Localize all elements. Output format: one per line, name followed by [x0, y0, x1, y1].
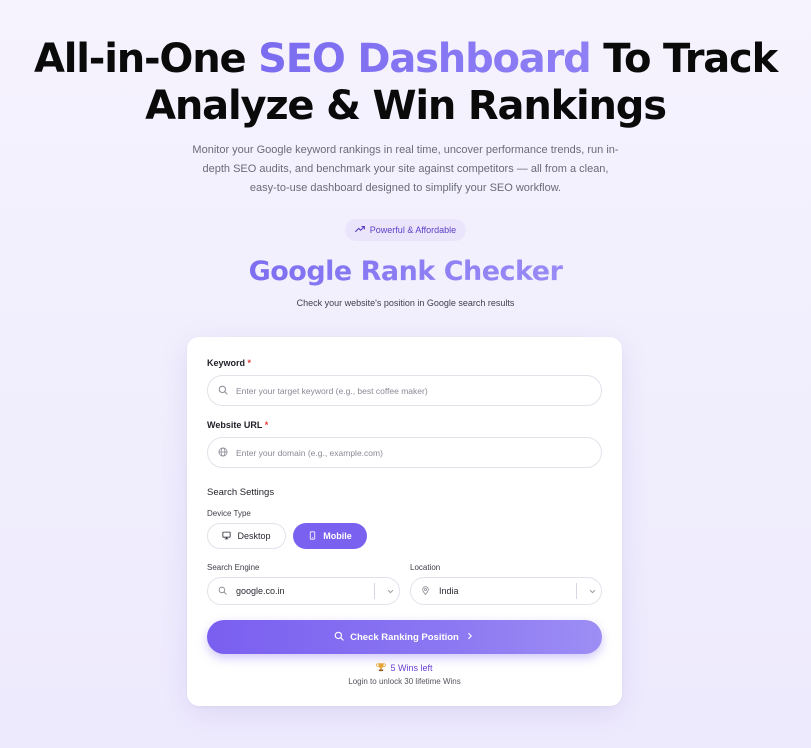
check-ranking-button[interactable]: Check Ranking Position	[207, 620, 602, 654]
website-label: Website URL *	[207, 420, 269, 430]
website-url-input[interactable]: Enter your domain (e.g., example.com)	[207, 437, 602, 468]
select-divider	[374, 583, 375, 599]
hero-title-part2: To Track	[590, 36, 778, 82]
wins-left: 5 Wins left	[187, 662, 622, 674]
smartphone-icon	[308, 530, 317, 542]
search-icon	[218, 382, 228, 400]
keyword-input[interactable]: Enter your target keyword (e.g., best co…	[207, 375, 602, 406]
chevron-down-icon[interactable]	[381, 587, 399, 596]
search-engine-value: google.co.in	[236, 586, 285, 596]
login-note: Login to unlock 30 lifetime Wins	[348, 677, 461, 686]
search-icon	[334, 631, 344, 644]
feature-badge-label: Powerful & Affordable	[369, 225, 457, 235]
search-engine-label: Search Engine	[207, 563, 260, 572]
hero-title-line2: Analyze & Win Rankings	[145, 83, 667, 129]
wins-left-text: 5 Wins left	[390, 663, 433, 673]
location-select[interactable]: India	[410, 577, 602, 605]
select-divider	[576, 583, 577, 599]
required-mark: *	[247, 358, 252, 368]
location-label: Location	[410, 563, 441, 572]
feature-badge: Powerful & Affordable	[345, 219, 466, 241]
hero-title: All-in-One SEO Dashboard To Track Analyz…	[0, 36, 811, 130]
website-placeholder: Enter your domain (e.g., example.com)	[236, 447, 383, 458]
trophy-icon	[376, 662, 387, 674]
keyword-label: Keyword *	[207, 358, 252, 368]
device-desktop-button[interactable]: Desktop	[207, 523, 286, 549]
hero-subtitle: Monitor your Google keyword rankings in …	[192, 144, 619, 194]
required-mark: *	[264, 420, 269, 430]
search-settings-heading: Search Settings	[207, 487, 275, 498]
check-ranking-label: Check Ranking Position	[350, 631, 459, 643]
search-icon	[218, 582, 227, 600]
tool-subtitle: Check your website's position in Google …	[296, 298, 515, 308]
monitor-icon	[222, 531, 232, 542]
location-value: India	[439, 586, 459, 596]
keyword-placeholder: Enter your target keyword (e.g., best co…	[236, 385, 428, 396]
hero-title-accent: SEO Dashboard	[258, 36, 592, 82]
chevron-right-icon	[465, 631, 475, 644]
tool-title: Google Rank Checker	[0, 254, 811, 290]
chevron-down-icon[interactable]	[583, 587, 601, 596]
globe-icon	[218, 444, 228, 462]
rank-checker-card: Keyword * Enter your target keyword (e.g…	[187, 337, 622, 706]
device-mobile-button[interactable]: Mobile	[293, 523, 367, 549]
map-pin-icon	[421, 582, 430, 600]
trending-up-icon	[354, 224, 365, 236]
hero-title-part1: All-in-One	[34, 36, 259, 82]
device-type-label: Device Type	[207, 509, 251, 518]
search-engine-select[interactable]: google.co.in	[207, 577, 400, 605]
